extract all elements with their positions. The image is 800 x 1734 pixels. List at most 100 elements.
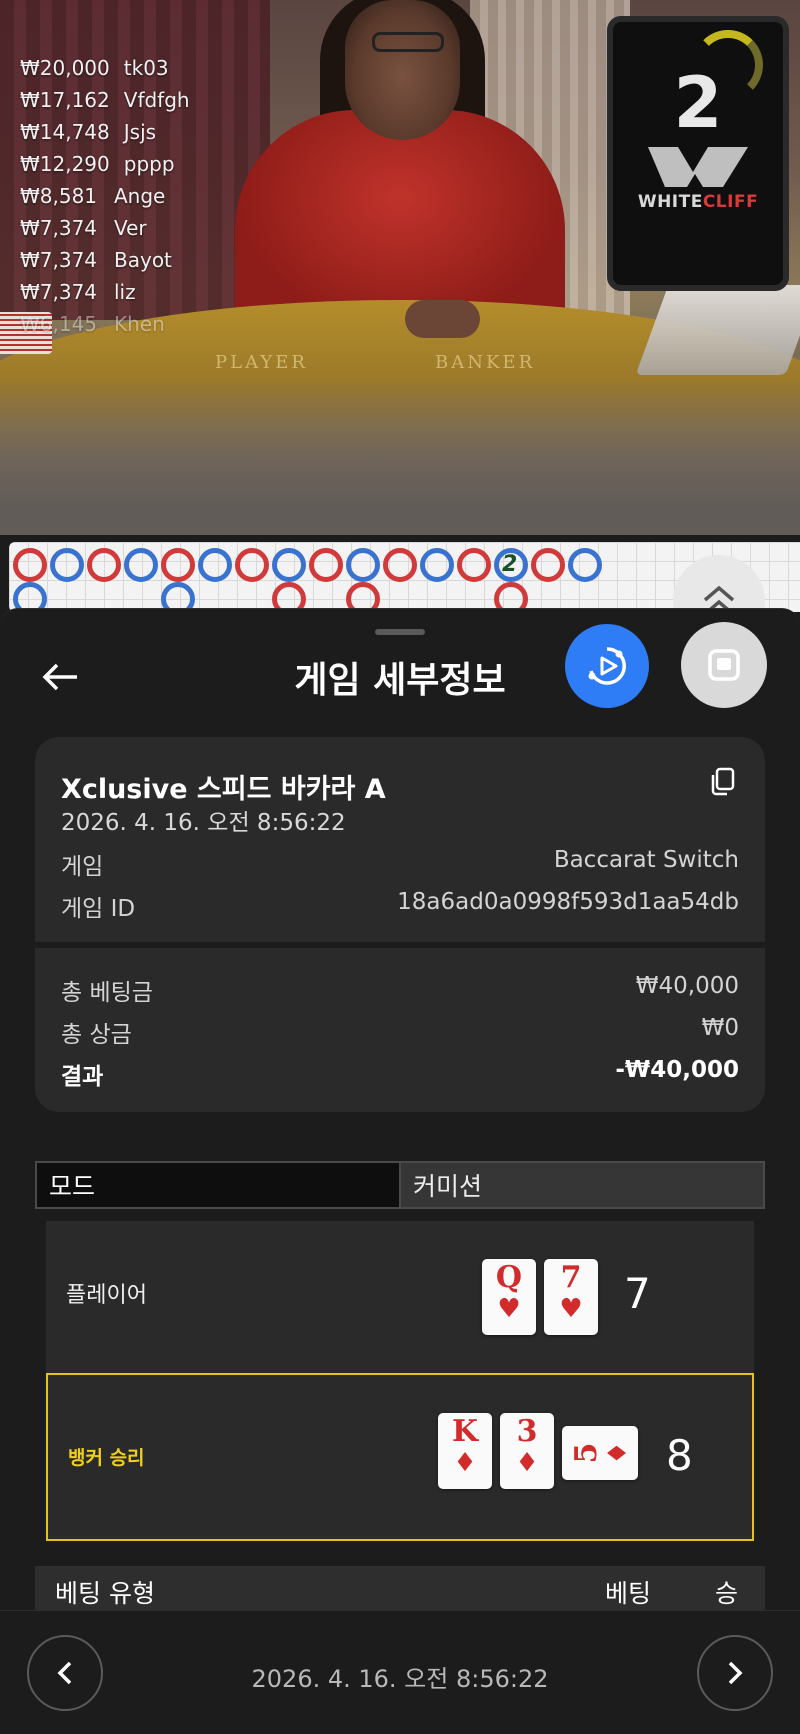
result-value: -₩40,000 <box>615 1057 739 1083</box>
game-details-sheet: 게임 세부정보 Xclusive 스피드 바카라 A 2026. 4. 16. … <box>0 608 800 1734</box>
player-bead <box>420 548 454 582</box>
banker-bead <box>161 548 195 582</box>
total-bet-row: 총 베팅금 ₩40,000 <box>61 973 739 1007</box>
card-rank: 7 <box>560 1260 582 1295</box>
total-win-label: 총 상금 <box>61 1022 132 1048</box>
dealer-monitor: 2 WHITECLIFF <box>607 16 789 291</box>
diamond-suit-icon: ♦ <box>453 1448 477 1478</box>
player-name: pppp <box>123 152 175 176</box>
win-amount: ₩17,162 <box>20 88 110 112</box>
video-replay-button[interactable] <box>565 624 649 708</box>
player-name: liz <box>114 280 136 304</box>
banker-card-3: 5 ♦ <box>562 1426 638 1480</box>
player-name: Jsjs <box>123 120 157 144</box>
total-win-row: 총 상금 ₩0 <box>61 1015 739 1049</box>
leaderboard-row: ₩12,290 pppp <box>20 152 190 184</box>
banker-hand-row: 뱅커 승리 K ♦ 3 ♦ 5 ♦ 8 <box>46 1373 754 1541</box>
card-rank: 5 <box>569 1442 604 1464</box>
tie-count-label: 2 <box>502 552 518 577</box>
page-title: 게임 세부정보 <box>294 660 506 701</box>
round-navigation: 2026. 4. 16. 오전 8:56:22 <box>0 1610 800 1734</box>
player-bead <box>124 548 158 582</box>
table-label-player: PLAYER <box>215 352 308 373</box>
copy-icon[interactable] <box>707 765 739 797</box>
leaderboard-row: ₩14,748 Jsjs <box>20 120 190 152</box>
win-amount: ₩6,145 <box>20 312 98 336</box>
game-timestamp: 2026. 4. 16. 오전 8:56:22 <box>61 810 346 836</box>
leaderboard-row: ₩7,374 Ver <box>20 216 190 248</box>
app-root: PLAYER BANKER 2 WHITECLIFF ₩20,000 tk03 ₩1… <box>0 0 800 1734</box>
leaderboard-row: ₩20,000 tk03 <box>20 56 190 88</box>
win-amount: ₩14,748 <box>20 120 110 144</box>
banker-bead <box>13 548 47 582</box>
banker-bead <box>531 548 565 582</box>
leaderboard-row: ₩8,581 Ange <box>20 184 190 216</box>
banker-bead <box>235 548 269 582</box>
next-round-button[interactable] <box>697 1635 773 1711</box>
card-shoe <box>635 285 800 375</box>
hand-results: 플레이어 Q ♥ 7 ♥ 7 뱅커 승리 K ♦ 3 ♦ 5 ♦ 8 <box>46 1221 754 1541</box>
live-video-stream[interactable]: PLAYER BANKER 2 WHITECLIFF ₩20,000 tk03 ₩1… <box>0 0 800 535</box>
game-name: Xclusive 스피드 바카라 A <box>61 774 386 805</box>
player-bead <box>346 548 380 582</box>
game-type-row: 게임 Baccarat Switch <box>61 847 739 881</box>
sheet-drag-handle[interactable] <box>375 629 425 635</box>
leaderboard-row: ₩7,374 Bayot <box>20 248 190 280</box>
game-type-value: Baccarat Switch <box>553 847 739 873</box>
player-name: Bayot <box>114 248 172 272</box>
game-type-label: 게임 <box>61 854 104 880</box>
monitor-number: 2 <box>673 62 723 144</box>
video-fade <box>0 380 800 535</box>
round-timestamp: 2026. 4. 16. 오전 8:56:22 <box>251 1665 549 1693</box>
whitecliff-logo-icon <box>648 147 748 187</box>
player-bead <box>272 548 306 582</box>
player-label: 플레이어 <box>66 1283 147 1308</box>
player-card-1: Q ♥ <box>482 1259 536 1335</box>
winners-leaderboard: ₩20,000 tk03 ₩17,162 Vfdfgh ₩14,748 Jsjs ₩12,2… <box>20 56 190 344</box>
win-amount: ₩20,000 <box>20 56 110 80</box>
dealer-hand <box>405 300 480 338</box>
game-info-card: Xclusive 스피드 바카라 A 2026. 4. 16. 오전 8:56:… <box>35 737 765 1112</box>
dealer-figure <box>235 110 565 330</box>
player-score: 7 <box>624 1269 651 1318</box>
leaderboard-row: ₩17,162 Vfdfgh <box>20 88 190 120</box>
banker-bead <box>457 548 491 582</box>
tab-commission[interactable]: 커미션 <box>401 1163 763 1207</box>
minimize-button[interactable] <box>681 622 767 708</box>
chevron-right-icon <box>728 1661 743 1685</box>
col-bet: 베팅 <box>605 1579 652 1608</box>
card-rank: 3 <box>516 1414 538 1449</box>
col-bet-type: 베팅 유형 <box>55 1579 155 1608</box>
game-id-row: 게임 ID 18a6ad0a0998f593d1aa54db <box>61 889 739 923</box>
tab-mode[interactable]: 모드 <box>37 1163 401 1207</box>
card-rank: K <box>451 1414 479 1449</box>
card-rank: Q <box>495 1260 523 1295</box>
mode-tabs: 모드 커미션 <box>35 1161 765 1209</box>
player-bead <box>50 548 84 582</box>
player-name: Ange <box>114 184 166 208</box>
table-label-banker: BANKER <box>435 352 536 373</box>
banker-card-1: K ♦ <box>438 1413 492 1489</box>
banker-bead <box>309 548 343 582</box>
heart-suit-icon: ♥ <box>559 1294 583 1324</box>
leaderboard-row: ₩7,374 liz <box>20 280 190 312</box>
win-amount: ₩7,374 <box>20 216 98 240</box>
player-bead <box>198 548 232 582</box>
diamond-suit-icon: ♦ <box>603 1441 633 1465</box>
brand-name-red: CLIFF <box>702 192 759 212</box>
game-id-value: 18a6ad0a0998f593d1aa54db <box>397 889 739 915</box>
dealer-head <box>345 0 460 140</box>
leaderboard-row: ₩6,145 Khen <box>20 312 190 344</box>
brand-name-white: WHITE <box>637 192 703 212</box>
player-name: Khen <box>114 312 165 336</box>
win-amount: ₩8,581 <box>20 184 98 208</box>
result-label: 결과 <box>61 1064 104 1090</box>
heart-suit-icon: ♥ <box>497 1294 521 1324</box>
total-bet-value: ₩40,000 <box>635 973 739 999</box>
game-summary: Xclusive 스피드 바카라 A 2026. 4. 16. 오전 8:56:… <box>35 737 765 942</box>
stop-square-icon <box>708 649 740 681</box>
result-row: 결과 -₩40,000 <box>61 1057 739 1091</box>
player-hand-row: 플레이어 Q ♥ 7 ♥ 7 <box>46 1221 754 1366</box>
banker-win-label: 뱅커 승리 <box>68 1447 145 1469</box>
dealer-glasses <box>372 32 444 52</box>
